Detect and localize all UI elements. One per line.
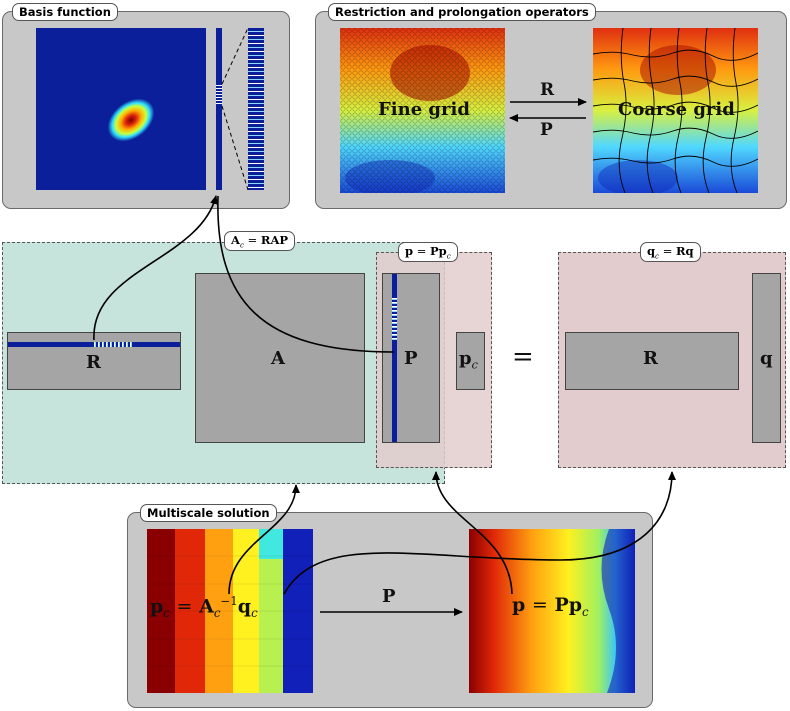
system-matrix-label: A [271, 348, 285, 369]
prolongation-column-highlight [392, 296, 397, 342]
restriction-matrix-label: R [86, 352, 101, 373]
coarse-matrix-eq: Ac = RAP [224, 231, 296, 252]
operators-title: Restriction and prolongation operators [328, 3, 596, 21]
restriction-row-highlight [92, 342, 132, 347]
fine-grid-label: Fine grid [378, 99, 470, 120]
coarse-grid-label: Coarse grid [618, 99, 735, 120]
coarse-pressure-label: pc [459, 348, 478, 372]
restriction-symbol: R [540, 80, 555, 100]
prolongation-matrix-label: P [404, 348, 418, 369]
restriction-matrix-label-rhs: R [643, 348, 658, 369]
prolongation-arrow-label: P [382, 586, 396, 607]
multiscale-solution-title: Multiscale solution [140, 504, 277, 522]
basis-vector-thin [216, 28, 222, 190]
basis-function-image [36, 28, 206, 190]
source-vector-label: q [760, 348, 773, 369]
basis-function-title: Basis function [12, 3, 118, 21]
coarse-solution-expr: pc = Ac−1qc [150, 594, 258, 621]
basis-vector-tick [216, 83, 222, 105]
basis-vector-zoom [248, 28, 264, 190]
pressure-eq: p = Ppc [398, 242, 458, 263]
fine-solution-expr: p = Ppc [512, 594, 589, 619]
equals-sign: = [512, 342, 534, 372]
rhs-eq: qc = Rq [640, 242, 701, 263]
prolongation-symbol: P [540, 120, 553, 140]
